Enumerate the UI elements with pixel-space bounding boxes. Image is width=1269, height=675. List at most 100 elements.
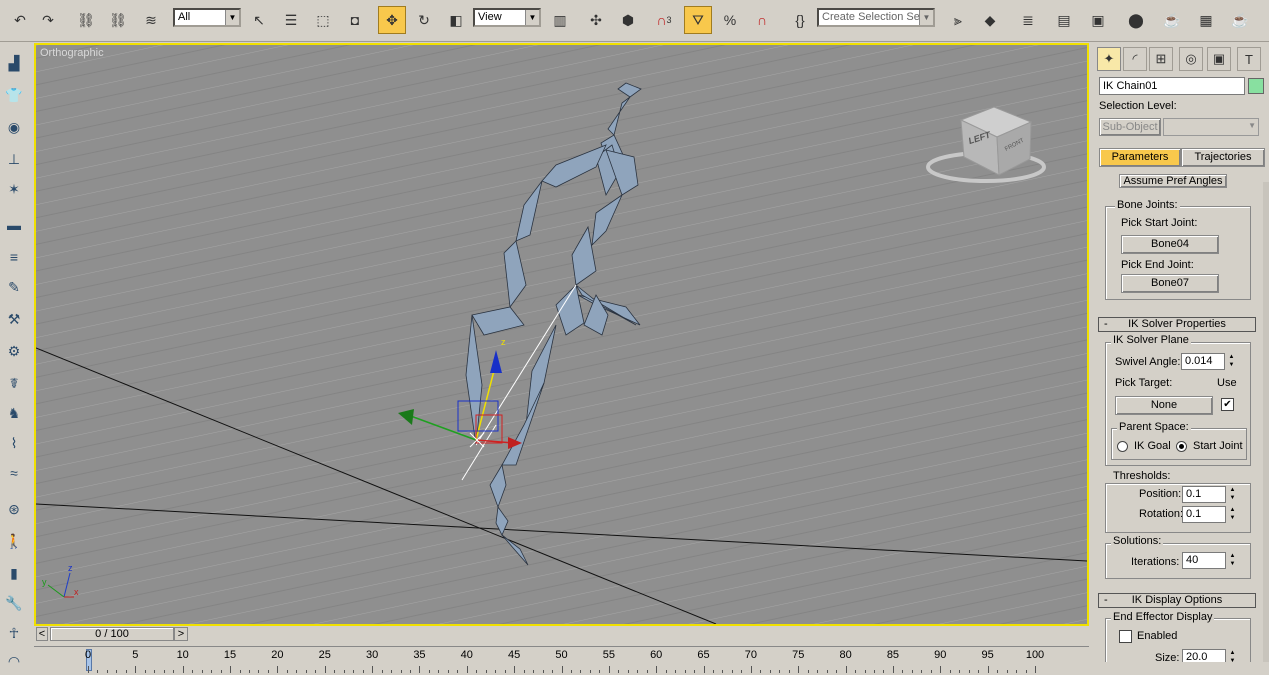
spinner-snap-icon[interactable]: ∩ (748, 6, 776, 34)
assume-pref-angles-button[interactable]: Assume Pref Angles (1119, 174, 1227, 188)
utilities-tab-icon[interactable]: T (1237, 47, 1261, 71)
spot-light-icon[interactable]: ⊥ (3, 148, 25, 170)
align-icon[interactable]: ◆ (976, 6, 1004, 34)
named-selection-dropdown[interactable]: Create Selection Set ▼ (817, 8, 935, 27)
rendered-frame-window-icon[interactable]: ▦ (1192, 6, 1220, 34)
gear-icon[interactable]: ⚙ (3, 340, 25, 362)
render-setup-icon[interactable]: ☕ (1158, 6, 1186, 34)
start-joint-radio[interactable] (1176, 441, 1187, 452)
tab-parameters[interactable]: Parameters (1099, 148, 1181, 167)
create-tab-icon[interactable]: ✦ (1097, 47, 1121, 71)
next-frame-button[interactable]: > (174, 627, 188, 641)
size-field[interactable]: 20.0 (1182, 649, 1226, 662)
wrench-icon[interactable]: 🔧 (3, 592, 25, 614)
reference-coordinate-value: View (478, 11, 502, 23)
horse-icon[interactable]: ♞ (3, 402, 25, 424)
ik-solver-properties-rollout[interactable]: - IK Solver Properties (1098, 317, 1256, 332)
select-and-rotate-icon[interactable]: ↻ (410, 6, 438, 34)
display-tab-icon[interactable]: ▣ (1207, 47, 1231, 71)
ik-goal-radio[interactable] (1117, 441, 1128, 452)
track-tick (267, 670, 269, 673)
figure-icon[interactable]: ☤ (3, 372, 25, 394)
tape-icon[interactable]: ◠ (3, 650, 25, 672)
position-threshold-field[interactable]: 0.1 (1182, 486, 1226, 503)
select-by-name-icon[interactable]: ☰ (277, 6, 305, 34)
rotation-threshold-field[interactable]: 0.1 (1182, 506, 1226, 523)
mirror-icon[interactable]: ⫸ (944, 6, 972, 34)
track-bar[interactable]: 0 5 10 15 20 25 30 35 40 45 50 55 60 65 70 75 80 85 90 95 10… (34, 646, 1089, 673)
snap-toggle-icon[interactable]: ∩ 3 (650, 6, 678, 34)
window-crossing-icon[interactable]: ◘ (341, 6, 369, 34)
display-panel-icon[interactable]: ▬ (3, 214, 25, 236)
layer-manager-icon[interactable]: ≣ (1014, 6, 1042, 34)
iterations-spinner-icon[interactable]: ▲ ▼ (1228, 552, 1237, 569)
percent-snap-icon[interactable]: % (716, 6, 744, 34)
edit-named-selection-icon[interactable]: {} (786, 6, 814, 34)
material-editor-icon[interactable]: ⬤ (1122, 6, 1150, 34)
create-geometry-icon[interactable]: ▟ (3, 52, 25, 74)
motion-tab-icon[interactable]: ◎ (1179, 47, 1203, 71)
schematic-view-icon[interactable]: ▣ (1084, 6, 1112, 34)
tool-icon[interactable]: ▮ (3, 562, 25, 584)
use-target-checkbox[interactable]: ✔ (1221, 398, 1234, 411)
track-tick (911, 670, 913, 673)
rotation-spinner-icon[interactable]: ▲ ▼ (1228, 506, 1237, 523)
track-tick-label: 95 (981, 649, 994, 661)
reactor-icon[interactable]: ⊛ (3, 498, 25, 520)
swivel-angle-spinner-icon[interactable]: ▲ ▼ (1227, 353, 1236, 370)
quick-render-icon[interactable]: ☕ (1226, 6, 1254, 34)
size-spinner-icon[interactable]: ▲ ▼ (1228, 649, 1237, 662)
paint-brush-icon[interactable]: ✎ (3, 276, 25, 298)
curve-editor-icon[interactable]: ▤ (1050, 6, 1078, 34)
hierarchy-tab-icon[interactable]: ⊞ (1149, 47, 1173, 71)
sphere-icon[interactable]: ◉ (3, 116, 25, 138)
tab-trajectories[interactable]: Trajectories (1181, 148, 1265, 167)
layers-icon[interactable]: ≡ (3, 246, 25, 268)
keyboard-shortcut-override-icon[interactable]: ⬢ (614, 6, 642, 34)
hammer-icon[interactable]: ⚒ (3, 308, 25, 330)
chevron-down-icon: ▼ (225, 10, 239, 25)
object-color-swatch[interactable] (1248, 78, 1264, 94)
select-and-move-icon[interactable]: ✥ (378, 6, 406, 34)
select-and-scale-icon[interactable]: ◧ (442, 6, 470, 34)
ik-display-options-rollout[interactable]: - IK Display Options (1098, 593, 1256, 608)
walk-icon[interactable]: 🚶 (3, 530, 25, 552)
pose-icon[interactable]: ☥ (3, 622, 25, 644)
enabled-checkbox[interactable] (1119, 630, 1132, 643)
redo-icon[interactable]: ↷ (34, 6, 62, 34)
start-joint-button[interactable]: Bone04 (1121, 235, 1219, 254)
time-slider[interactable]: < 0 / 100 > (34, 626, 1089, 642)
selection-filter-dropdown[interactable]: All ▼ (173, 8, 241, 27)
reference-coordinate-dropdown[interactable]: View ▼ (473, 8, 541, 27)
hair-icon[interactable]: ≈ (3, 462, 25, 484)
iterations-field[interactable]: 40 (1182, 552, 1226, 569)
biped-icon[interactable]: ✶ (3, 178, 25, 200)
angle-snap-icon[interactable]: ⛛ (684, 6, 712, 34)
track-tick (400, 670, 402, 673)
cloth-icon[interactable]: ⌇ (3, 432, 25, 454)
modify-tab-icon[interactable]: ◜ (1123, 47, 1147, 71)
orthographic-viewport[interactable]: z z y x Orthographic LEFT FRONT (34, 43, 1089, 626)
select-and-link-icon[interactable]: ⛓ (72, 6, 100, 34)
time-slider-thumb[interactable]: 0 / 100 (50, 627, 174, 641)
track-tick (940, 666, 942, 673)
position-spinner-icon[interactable]: ▲ ▼ (1228, 486, 1237, 503)
viewport-label[interactable]: Orthographic (40, 47, 104, 59)
shirt-icon[interactable]: 👕 (3, 84, 25, 106)
select-and-manipulate-icon[interactable]: ✣ (582, 6, 610, 34)
sub-object-dropdown[interactable]: ▼ (1163, 118, 1259, 136)
object-name-field[interactable]: IK Chain01 (1099, 77, 1245, 95)
prev-frame-button[interactable]: < (36, 627, 48, 641)
undo-icon[interactable]: ↶ (6, 6, 34, 34)
unlink-selection-icon[interactable]: ⛓ (104, 6, 132, 34)
track-tick (97, 670, 99, 673)
swivel-angle-field[interactable]: 0.014 (1181, 353, 1225, 370)
panel-scrollbar[interactable] (1263, 182, 1269, 662)
bind-to-space-warp-icon[interactable]: ≋ (137, 6, 165, 34)
select-object-icon[interactable]: ↖ (245, 6, 273, 34)
pick-target-button[interactable]: None (1115, 396, 1213, 415)
rectangular-selection-icon[interactable]: ⬚ (309, 6, 337, 34)
sub-object-button[interactable]: Sub-Object (1099, 118, 1161, 136)
end-joint-button[interactable]: Bone07 (1121, 274, 1219, 293)
pivot-center-icon[interactable]: ▥ (546, 6, 574, 34)
